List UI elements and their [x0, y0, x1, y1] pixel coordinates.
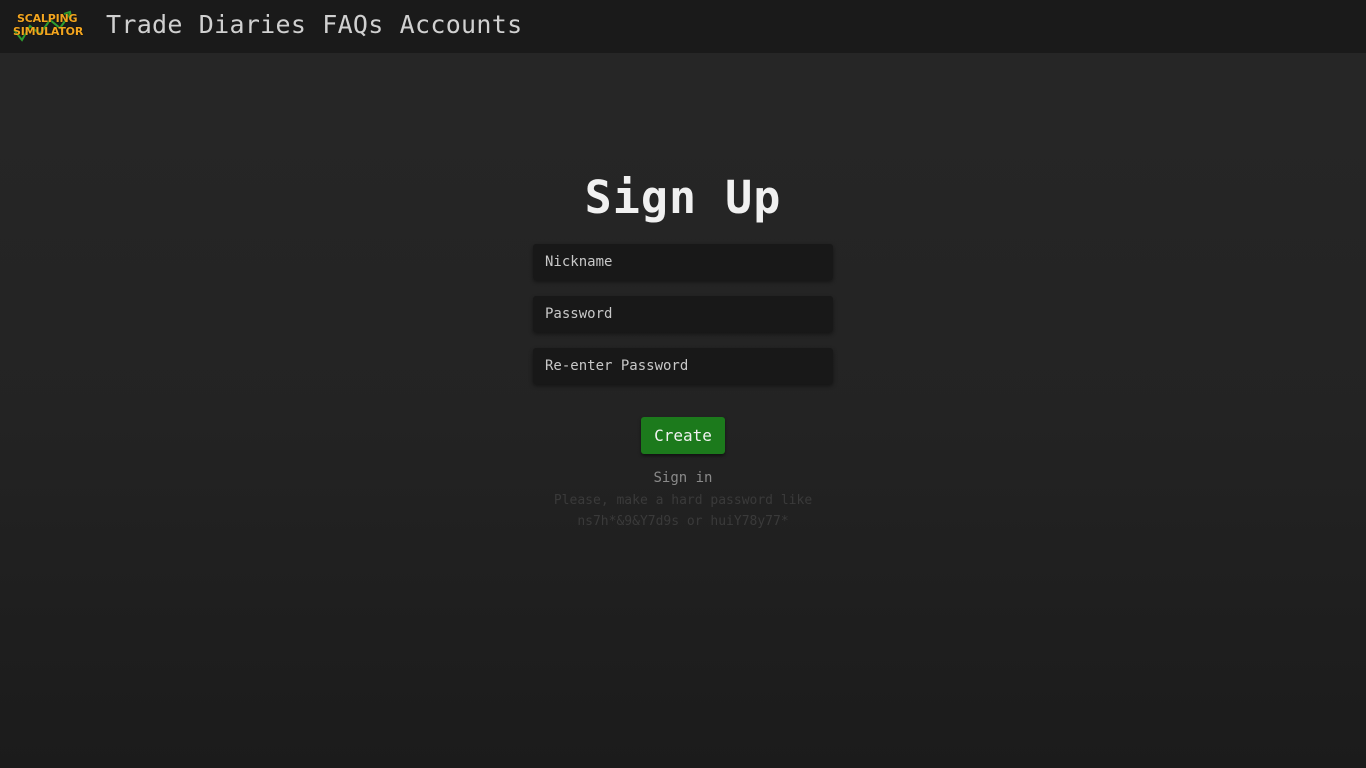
sign-in-link[interactable]: Sign in [533, 470, 833, 486]
nav-diaries[interactable]: Diaries [199, 10, 306, 39]
site-logo[interactable]: SCALPING SIMULATOR [10, 8, 84, 44]
nickname-input[interactable] [533, 244, 833, 280]
password-hint-line1: Please, make a hard password like [553, 493, 813, 508]
page-title: Sign Up [584, 171, 782, 224]
logo-text-line2: SIMULATOR [13, 25, 84, 38]
nav-faqs[interactable]: FAQs [322, 10, 383, 39]
password-input[interactable] [533, 296, 833, 332]
reenter-password-input[interactable] [533, 348, 833, 384]
top-navbar: SCALPING SIMULATOR Trade Diaries FAQs Ac… [0, 0, 1366, 53]
create-button[interactable]: Create [641, 417, 725, 454]
signup-form: Sign Up Create Sign in Please, make a ha… [533, 168, 833, 532]
nav-accounts[interactable]: Accounts [400, 10, 523, 39]
password-hint: Please, make a hard password like ns7h*&… [533, 490, 833, 532]
main-nav: Trade Diaries FAQs Accounts [106, 10, 538, 39]
nav-trade[interactable]: Trade [106, 10, 183, 39]
logo-text-line1: SCALPING [17, 12, 78, 25]
password-hint-line2: ns7h*&9&Y7d9s or huiY78y77* [577, 514, 789, 529]
